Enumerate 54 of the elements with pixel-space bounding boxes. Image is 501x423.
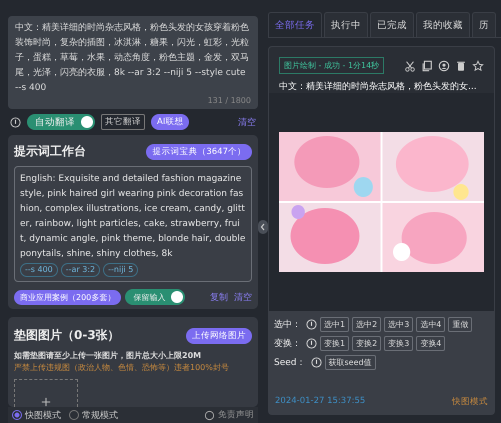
tab[interactable]: 全部任务 (268, 12, 322, 37)
param-tag[interactable]: --s 400 (20, 263, 58, 277)
auto-translate-toggle[interactable]: 自动翻译 (27, 114, 95, 130)
mode-radio[interactable]: 快图模式 (12, 408, 61, 422)
action-label: Seed： (274, 357, 306, 369)
action-button[interactable]: 重做 (448, 317, 472, 332)
action-button[interactable]: 选中3 (384, 317, 414, 332)
prompt-text: 中文：精美详细的时尚杂志风格，粉色头发的女孩穿着粉色装饰时尚，复杂的插图，冰淇淋，糖果，闪光，虹彩，光粒子，蛋糕，草莓，水果，动态角度，粉色主题，金发，双马尾，光泽，闪亮的衣服，8k --ar 3:2 --niji 5 --style cute --s 400 (15, 22, 250, 95)
task-mode: 快图模式 (452, 396, 488, 408)
task-prompt: 中文：精美详细的时尚杂志风格，粉色头发的女... (279, 80, 478, 93)
collapse-handle[interactable] (258, 220, 268, 234)
action-button[interactable]: 变换2 (352, 336, 382, 351)
action-button[interactable]: 变换4 (416, 336, 446, 351)
copy-link[interactable]: 复制 (210, 290, 228, 304)
prompt-field[interactable]: 中文：精美详细的时尚杂志风格，粉色头发的女孩穿着粉色装饰时尚，复杂的插图，冰淇淋，糖果，闪光，虹彩，光粒子，蛋糕，草莓，水果，动态角度，粉色主题，金发，双马尾，光泽，闪亮的衣服，8k --ar 3:2 --niji 5 --style cute --s 400 131 / 1800 (8, 16, 258, 109)
pad-images-title: 垫图图片（0-3张） (14, 327, 120, 344)
clear-link[interactable]: 清空 (234, 290, 252, 304)
action-label: 选中： (274, 318, 301, 331)
ai-button[interactable]: AI联想 (151, 114, 190, 130)
action-button[interactable]: 选中2 (352, 317, 382, 332)
param-tag[interactable]: --ar 3:2 (60, 263, 100, 277)
english-prompt-text: English: Exquisite and detailed fashion magazine style, pink haired girl wearing pink decoration fashion, complex illustrations, ice cream, candy, glitter, rainbow, light particles, cake, strawberry, fruit, dynamic angle, pink theme, blonde hair, double ponytails, shine, shiny clothes, 8k (20, 174, 246, 259)
trash-icon[interactable] (455, 60, 467, 72)
english-prompt-field[interactable] (14, 166, 252, 282)
plus-icon (41, 396, 51, 406)
action-label: 变换： (274, 338, 301, 350)
mode-radio[interactable]: 常规模式 (69, 408, 118, 422)
task-time: 2024-01-27 15:37:55 (275, 396, 366, 408)
param-tag[interactable]: --niji 5 (103, 263, 138, 277)
action-button[interactable]: 变换1 (320, 336, 350, 351)
upload-warning: 严禁上传违规图（政治人物、色情、恐怖等）违者100%封号 (14, 362, 230, 373)
char-counter: 131 / 1800 (208, 96, 251, 106)
disclaimer-link[interactable]: 免责声明 (218, 409, 254, 421)
copy-icon[interactable] (421, 60, 433, 72)
cases-button[interactable]: 商业应用案例（200多套） (14, 290, 122, 304)
upload-hint: 如需垫图请至少上传一张图片，图片总大小上限20M (14, 350, 202, 361)
workbench-title: 提示词工作台 (14, 143, 86, 160)
other-translate-button[interactable]: 其它翻译 (101, 114, 145, 130)
tab[interactable]: 已完成 (370, 12, 414, 37)
clear-link[interactable]: 清空 (238, 116, 256, 128)
tab[interactable]: 执行中 (324, 12, 368, 37)
action-button[interactable]: 获取seed值 (324, 355, 376, 370)
star-icon[interactable] (472, 60, 484, 72)
action-button[interactable]: 选中4 (416, 317, 446, 332)
library-button[interactable]: 提示词宝典（3647个） (146, 144, 252, 160)
upload-button[interactable]: 上传网络图片 (186, 328, 252, 344)
action-button[interactable]: 选中1 (320, 317, 350, 332)
tab[interactable]: 历 (472, 12, 496, 37)
tab[interactable]: 我的收藏 (416, 12, 470, 37)
keep-input-toggle[interactable]: 保留输入 (125, 289, 186, 305)
scissors-icon[interactable] (404, 60, 416, 72)
action-button[interactable]: 变换3 (384, 336, 414, 351)
user-icon[interactable] (438, 60, 450, 72)
status-badge: 图片绘制 - 成功 - 1分14秒 (279, 57, 384, 74)
